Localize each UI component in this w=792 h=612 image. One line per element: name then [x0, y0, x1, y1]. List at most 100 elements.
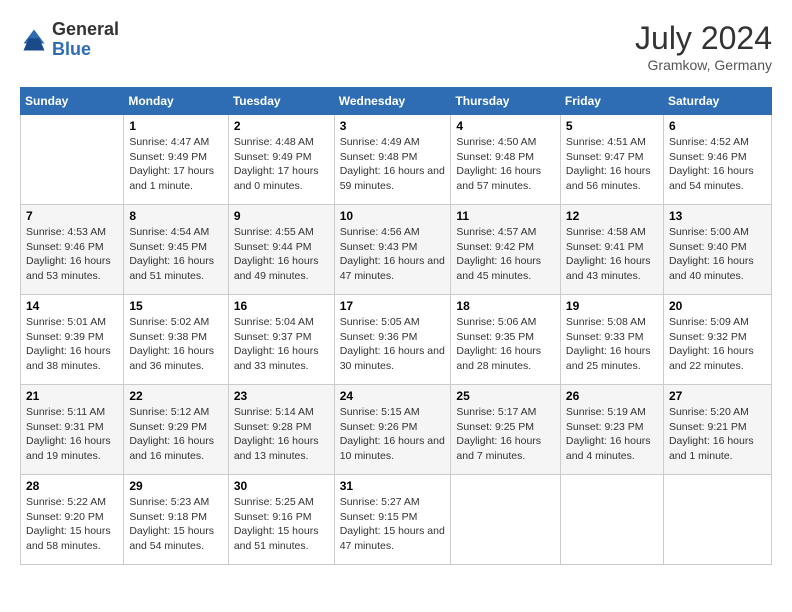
day-header-wednesday: Wednesday: [334, 88, 451, 115]
calendar-cell: 29 Sunrise: 5:23 AMSunset: 9:18 PMDayligh…: [124, 475, 228, 565]
calendar-cell: 6 Sunrise: 4:52 AMSunset: 9:46 PMDaylight…: [663, 115, 771, 205]
day-header-sunday: Sunday: [21, 88, 124, 115]
week-row-3: 14Sunrise: 5:01 AMSunset: 9:39 PMDayligh…: [21, 295, 772, 385]
week-row-1: 1 Sunrise: 4:47 AMSunset: 9:49 PMDaylight…: [21, 115, 772, 205]
cell-info: Sunrise: 5:08 AMSunset: 9:33 PMDaylight:…: [566, 315, 658, 374]
day-number: 29: [129, 479, 222, 493]
day-number: 23: [234, 389, 329, 403]
calendar-cell: [560, 475, 663, 565]
calendar-cell: 7Sunrise: 4:53 AMSunset: 9:46 PMDaylight…: [21, 205, 124, 295]
day-number: 6: [669, 119, 766, 133]
day-number: 27: [669, 389, 766, 403]
day-number: 25: [456, 389, 555, 403]
days-header-row: SundayMondayTuesdayWednesdayThursdayFrid…: [21, 88, 772, 115]
page-header: General Blue July 2024 Gramkow, Germany: [20, 20, 772, 73]
day-number: 7: [26, 209, 118, 223]
day-number: 1: [129, 119, 222, 133]
cell-info: Sunrise: 5:19 AMSunset: 9:23 PMDaylight:…: [566, 405, 658, 464]
calendar-cell: 24 Sunrise: 5:15 AMSunset: 9:26 PMDayligh…: [334, 385, 451, 475]
cell-info: Sunrise: 4:47 AMSunset: 9:49 PMDaylight:…: [129, 135, 222, 194]
day-number: 8: [129, 209, 222, 223]
calendar-cell: 20 Sunrise: 5:09 AMSunset: 9:32 PMDayligh…: [663, 295, 771, 385]
day-header-thursday: Thursday: [451, 88, 561, 115]
day-number: 10: [340, 209, 446, 223]
calendar-cell: 18 Sunrise: 5:06 AMSunset: 9:35 PMDayligh…: [451, 295, 561, 385]
day-number: 14: [26, 299, 118, 313]
day-number: 15: [129, 299, 222, 313]
day-number: 31: [340, 479, 446, 493]
cell-info: Sunrise: 4:48 AMSunset: 9:49 PMDaylight:…: [234, 135, 329, 194]
day-header-saturday: Saturday: [663, 88, 771, 115]
day-header-tuesday: Tuesday: [228, 88, 334, 115]
calendar-cell: 5Sunrise: 4:51 AMSunset: 9:47 PMDaylight…: [560, 115, 663, 205]
cell-info: Sunrise: 4:58 AMSunset: 9:41 PMDaylight:…: [566, 225, 658, 284]
day-header-monday: Monday: [124, 88, 228, 115]
calendar-cell: 21Sunrise: 5:11 AMSunset: 9:31 PMDayligh…: [21, 385, 124, 475]
calendar-cell: [451, 475, 561, 565]
cell-info: Sunrise: 5:00 AMSunset: 9:40 PMDaylight:…: [669, 225, 766, 284]
calendar-cell: 10 Sunrise: 4:56 AMSunset: 9:43 PMDayligh…: [334, 205, 451, 295]
day-number: 30: [234, 479, 329, 493]
cell-info: Sunrise: 4:54 AMSunset: 9:45 PMDaylight:…: [129, 225, 222, 284]
logo-icon: [20, 26, 48, 54]
cell-info: Sunrise: 5:27 AMSunset: 9:15 PMDaylight:…: [340, 495, 446, 554]
calendar-cell: 25 Sunrise: 5:17 AMSunset: 9:25 PMDayligh…: [451, 385, 561, 475]
calendar-cell: 27Sunrise: 5:20 AMSunset: 9:21 PMDayligh…: [663, 385, 771, 475]
day-number: 20: [669, 299, 766, 313]
calendar-cell: 13 Sunrise: 5:00 AMSunset: 9:40 PMDayligh…: [663, 205, 771, 295]
calendar-cell: [21, 115, 124, 205]
week-row-2: 7Sunrise: 4:53 AMSunset: 9:46 PMDaylight…: [21, 205, 772, 295]
calendar-cell: 31 Sunrise: 5:27 AMSunset: 9:15 PMDayligh…: [334, 475, 451, 565]
day-number: 24: [340, 389, 446, 403]
week-row-5: 28 Sunrise: 5:22 AMSunset: 9:20 PMDayligh…: [21, 475, 772, 565]
cell-info: Sunrise: 5:14 AMSunset: 9:28 PMDaylight:…: [234, 405, 329, 464]
cell-info: Sunrise: 5:12 AMSunset: 9:29 PMDaylight:…: [129, 405, 222, 464]
calendar-cell: 26 Sunrise: 5:19 AMSunset: 9:23 PMDayligh…: [560, 385, 663, 475]
cell-info: Sunrise: 5:09 AMSunset: 9:32 PMDaylight:…: [669, 315, 766, 374]
calendar-cell: [663, 475, 771, 565]
day-number: 2: [234, 119, 329, 133]
cell-info: Sunrise: 5:23 AMSunset: 9:18 PMDaylight:…: [129, 495, 222, 554]
calendar-cell: 15 Sunrise: 5:02 AMSunset: 9:38 PMDayligh…: [124, 295, 228, 385]
day-number: 11: [456, 209, 555, 223]
cell-info: Sunrise: 4:57 AMSunset: 9:42 PMDaylight:…: [456, 225, 555, 284]
calendar-cell: 14Sunrise: 5:01 AMSunset: 9:39 PMDayligh…: [21, 295, 124, 385]
cell-info: Sunrise: 5:22 AMSunset: 9:20 PMDaylight:…: [26, 495, 118, 554]
cell-info: Sunrise: 4:51 AMSunset: 9:47 PMDaylight:…: [566, 135, 658, 194]
cell-info: Sunrise: 5:06 AMSunset: 9:35 PMDaylight:…: [456, 315, 555, 374]
day-number: 12: [566, 209, 658, 223]
day-number: 17: [340, 299, 446, 313]
day-number: 18: [456, 299, 555, 313]
calendar-cell: 4Sunrise: 4:50 AMSunset: 9:48 PMDaylight…: [451, 115, 561, 205]
location: Gramkow, Germany: [635, 57, 772, 73]
calendar-table: SundayMondayTuesdayWednesdayThursdayFrid…: [20, 87, 772, 565]
cell-info: Sunrise: 5:02 AMSunset: 9:38 PMDaylight:…: [129, 315, 222, 374]
day-number: 16: [234, 299, 329, 313]
day-number: 9: [234, 209, 329, 223]
cell-info: Sunrise: 5:15 AMSunset: 9:26 PMDaylight:…: [340, 405, 446, 464]
calendar-cell: 22 Sunrise: 5:12 AMSunset: 9:29 PMDayligh…: [124, 385, 228, 475]
calendar-cell: 30 Sunrise: 5:25 AMSunset: 9:16 PMDayligh…: [228, 475, 334, 565]
day-number: 13: [669, 209, 766, 223]
cell-info: Sunrise: 5:17 AMSunset: 9:25 PMDaylight:…: [456, 405, 555, 464]
day-number: 26: [566, 389, 658, 403]
week-row-4: 21Sunrise: 5:11 AMSunset: 9:31 PMDayligh…: [21, 385, 772, 475]
calendar-cell: 2 Sunrise: 4:48 AMSunset: 9:49 PMDaylight…: [228, 115, 334, 205]
calendar-cell: 1 Sunrise: 4:47 AMSunset: 9:49 PMDaylight…: [124, 115, 228, 205]
day-number: 22: [129, 389, 222, 403]
cell-info: Sunrise: 4:50 AMSunset: 9:48 PMDaylight:…: [456, 135, 555, 194]
title-block: July 2024 Gramkow, Germany: [635, 20, 772, 73]
calendar-cell: 16Sunrise: 5:04 AMSunset: 9:37 PMDayligh…: [228, 295, 334, 385]
month-year: July 2024: [635, 20, 772, 57]
logo-general-text: General: [52, 19, 119, 39]
calendar-cell: 3Sunrise: 4:49 AMSunset: 9:48 PMDaylight…: [334, 115, 451, 205]
calendar-cell: 12 Sunrise: 4:58 AMSunset: 9:41 PMDayligh…: [560, 205, 663, 295]
calendar-cell: 28 Sunrise: 5:22 AMSunset: 9:20 PMDayligh…: [21, 475, 124, 565]
cell-info: Sunrise: 5:11 AMSunset: 9:31 PMDaylight:…: [26, 405, 118, 464]
logo-blue-text: Blue: [52, 39, 91, 59]
cell-info: Sunrise: 4:52 AMSunset: 9:46 PMDaylight:…: [669, 135, 766, 194]
cell-info: Sunrise: 5:25 AMSunset: 9:16 PMDaylight:…: [234, 495, 329, 554]
day-number: 3: [340, 119, 446, 133]
cell-info: Sunrise: 4:56 AMSunset: 9:43 PMDaylight:…: [340, 225, 446, 284]
day-number: 28: [26, 479, 118, 493]
